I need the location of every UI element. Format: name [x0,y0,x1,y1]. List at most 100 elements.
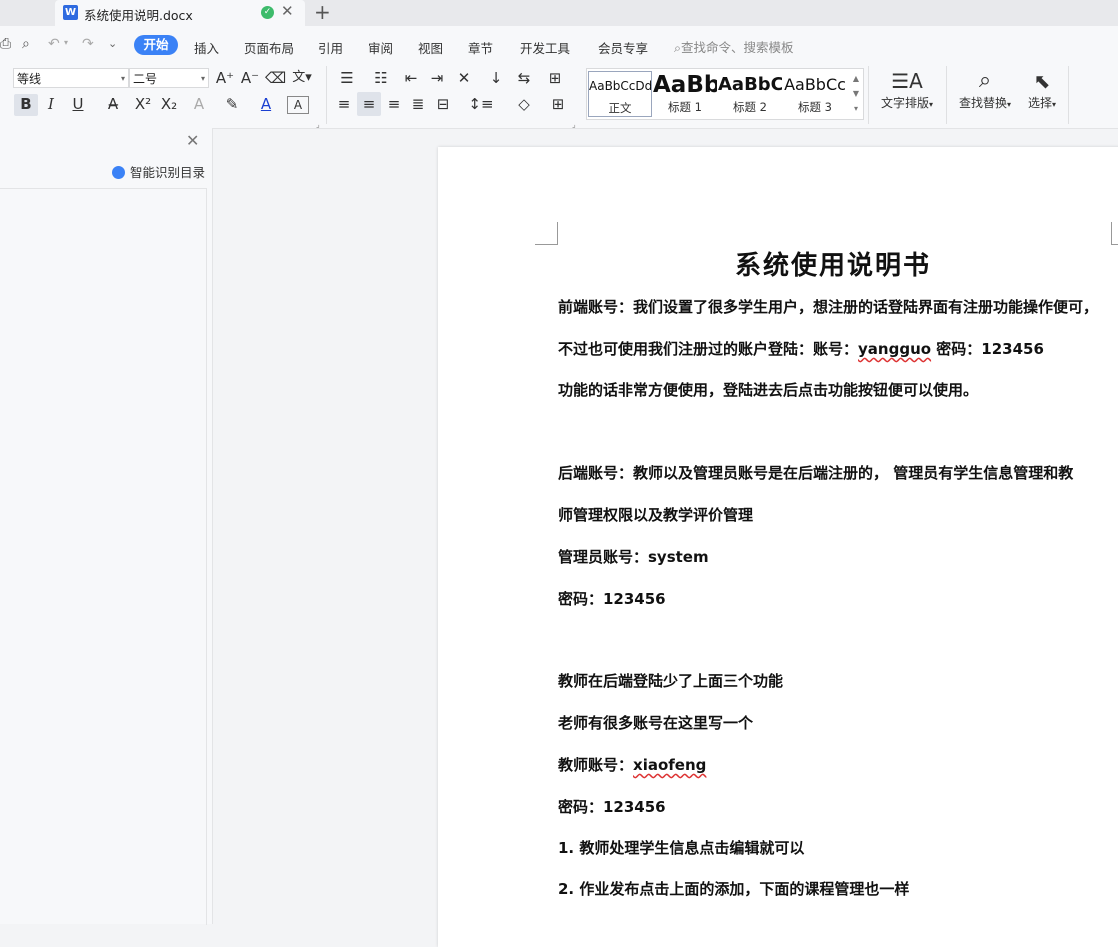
print-preview-icon[interactable]: ⌕ [22,36,30,52]
document-page[interactable]: 系统使用说明书 前端账号：我们设置了很多学生用户，想注册的话登陆界面有注册功能操… [438,147,1118,947]
misspelled-word[interactable]: xiaofeng [633,756,706,774]
word-doc-icon: W [63,5,78,20]
ai-icon [112,166,125,179]
print-icon[interactable]: ⎙ [0,36,11,52]
font-name-value: 等线 [17,72,42,86]
document-tab[interactable]: W 系统使用说明.docx ✓ ✕ [55,0,305,26]
magnifier-icon: ⌕ [978,68,992,93]
doc-line: 2. 作业发布点击上面的添加，下面的课程管理也一样 [558,880,910,898]
style-label: 标题 2 [733,100,767,114]
superscript-button[interactable]: X² [132,94,154,114]
new-tab-button[interactable]: + [314,0,331,24]
smart-toc-label: 智能识别目录 [130,165,206,180]
search-icon: ⌕ [674,40,682,55]
doc-text: 密码：123456 [931,340,1044,358]
doc-line: 功能的话非常方便使用，登陆进去后点击功能按钮便可以使用。 [558,381,979,399]
find-replace-button[interactable]: ⌕ 查找替换▾ [954,68,1016,111]
doc-line: 前端账号：我们设置了很多学生用户，想注册的话登陆界面有注册功能操作便可， [558,298,1099,316]
undo-icon[interactable]: ↶ [48,36,60,52]
document-title: 系统使用说明书 [734,251,931,281]
divider [868,66,869,124]
menu-developer[interactable]: 开发工具 [520,38,570,57]
bullet-list-icon[interactable]: ☰ [334,68,360,88]
font-dialog-icon[interactable]: ⌟ [316,120,320,129]
doc-line: 不过也可使用我们注册过的账户登陆：账号：yangguo 密码：123456 [558,338,1044,359]
distribute-icon[interactable]: ⊟ [432,94,454,114]
font-color-button[interactable]: A [252,94,280,114]
doc-text: 不过也可使用我们注册过的账户登陆：账号： [558,340,859,358]
style-label: 标题 3 [798,100,832,114]
menu-references[interactable]: 引用 [318,38,343,57]
sort-icon[interactable]: ↓ [485,68,507,88]
menu-bar: ⎙ ⌕ ↶ ▾ ↷ ⌄ 开始 插入 页面布局 引用 审阅 视图 章节 开发工具 … [0,26,1118,62]
pinyin-guide-icon[interactable]: 文▾ [289,68,315,88]
ribbon: 等线 ▾ 二号 ▾ A⁺ A⁻ ⌫ 文▾ B I U A̶ X² X₂ A ✎ … [0,62,1118,129]
misspelled-word[interactable]: yangguo [858,340,931,358]
numbered-list-icon[interactable]: ☷ [368,68,394,88]
highlight-button[interactable]: ✎ [218,94,246,114]
increase-indent-icon[interactable]: ⇥ [426,68,448,88]
bold-button[interactable]: B [14,94,38,116]
margin-corner-mark [1111,222,1118,245]
align-center-icon[interactable]: ≡ [357,92,381,116]
italic-button[interactable]: I [42,94,60,114]
customize-toolbar-icon[interactable]: ⌄ [108,37,117,50]
justify-icon[interactable]: ≣ [408,94,428,114]
style-label: 标题 1 [668,100,702,114]
menu-review[interactable]: 审阅 [368,38,393,57]
font-name-select[interactable]: 等线 ▾ [13,68,129,88]
tab-bar: W 系统使用说明.docx ✓ ✕ + [0,0,1118,26]
divider [1068,66,1069,124]
clear-format-icon[interactable]: ⌫ [265,68,286,88]
smart-toc-button[interactable]: 智能识别目录 [112,162,205,181]
style-label: 正文 [608,101,632,115]
shading-icon[interactable]: ◇ [510,94,538,114]
styles-scroll[interactable]: ▲ ▼ ▾ [850,71,862,116]
underline-button[interactable]: U [66,94,90,114]
subscript-button[interactable]: X₂ [158,94,180,114]
chinese-layout-icon[interactable]: ✕ [451,68,477,88]
borders-icon[interactable]: ⊞ [544,94,572,114]
menu-insert[interactable]: 插入 [194,38,219,57]
close-tab-icon[interactable]: ✕ [281,2,294,20]
menu-member[interactable]: 会员专享 [598,38,648,57]
style-normal[interactable]: AaBbCcDd 正文 [588,71,652,117]
text-layout-label: 文字排版 [880,96,929,110]
style-heading-3[interactable]: AaBbCc 标题 3 [783,71,847,117]
menu-home-tab[interactable]: 开始 [134,35,178,55]
text-direction-icon[interactable]: ⇆ [512,68,536,88]
text-layout-icon: ☰A [891,69,923,93]
shrink-font-icon[interactable]: A⁻ [240,68,260,88]
doc-line: 师管理权限以及教学评价管理 [558,506,754,524]
doc-line: 密码：123456 [558,798,666,816]
line-spacing-icon[interactable]: ↕≡ [466,94,496,114]
redo-icon[interactable]: ↷ [82,36,94,52]
tab-title: 系统使用说明.docx [84,8,193,23]
close-pane-icon[interactable]: ✕ [186,131,199,150]
doc-line: 密码：123456 [558,590,666,608]
font-size-select[interactable]: 二号 ▾ [129,68,209,88]
align-left-icon[interactable]: ≡ [334,94,354,114]
grow-font-icon[interactable]: A⁺ [215,68,235,88]
align-right-icon[interactable]: ≡ [384,94,404,114]
style-heading-1[interactable]: AaBb 标题 1 [653,71,717,117]
style-sample: AaBbCcDd [589,79,651,93]
style-sample: AaBbC [718,74,782,95]
menu-page-layout[interactable]: 页面布局 [244,38,294,57]
command-search[interactable]: ⌕查找命令、搜索模板 [674,37,794,56]
char-border-button[interactable]: A [287,96,309,114]
text-layout-button[interactable]: ☰A 文字排版▾ [876,68,938,111]
menu-chapter[interactable]: 章节 [468,38,493,57]
paragraph-dialog-icon[interactable]: ⌟ [572,120,576,129]
ruler-icon[interactable]: ⊞ [544,68,566,88]
decrease-indent-icon[interactable]: ⇤ [400,68,422,88]
text-effect-button[interactable]: A [186,94,212,114]
strikethrough-button[interactable]: A̶ [100,94,126,114]
navigation-pane: ✕ 智能识别目录 [0,128,213,925]
select-button[interactable]: ⬉ 选择▾ [1022,68,1062,111]
cursor-icon: ⬉ [1033,69,1051,93]
doc-line: 后端账号：教师以及管理员账号是在后端注册的， 管理员有学生信息管理和教 [558,464,1074,482]
undo-dropdown-icon[interactable]: ▾ [64,38,68,47]
style-heading-2[interactable]: AaBbC 标题 2 [718,71,782,117]
menu-view[interactable]: 视图 [418,38,443,57]
